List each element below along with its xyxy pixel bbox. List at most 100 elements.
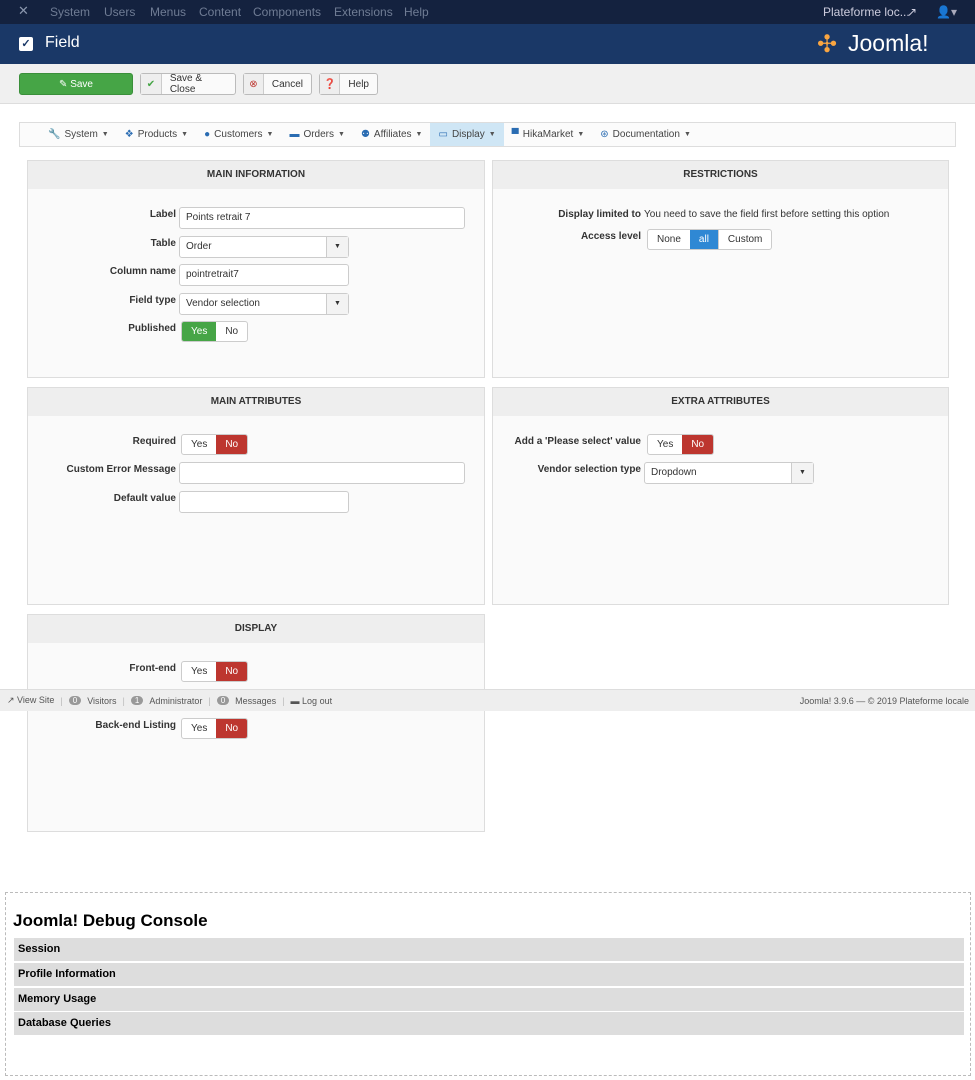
- messages-label: Messages: [235, 695, 277, 706]
- display-limited-note: You need to save the field first before …: [644, 209, 890, 220]
- extra-attributes-panel: EXTRA ATTRIBUTES Add a 'Please select' v…: [492, 387, 949, 605]
- chevron-down-icon: ▼: [791, 463, 813, 483]
- panel-title: MAIN INFORMATION: [28, 161, 484, 189]
- nav-system[interactable]: System: [50, 5, 90, 19]
- admin-label: Administrator: [149, 695, 203, 706]
- published-no[interactable]: No: [216, 322, 247, 341]
- front-end-toggle[interactable]: Yes No: [181, 661, 249, 682]
- user-icon: ●: [204, 129, 211, 140]
- debug-session[interactable]: Session: [14, 938, 964, 961]
- menu-hikamarket[interactable]: ▀ HikaMarket ▼: [504, 123, 593, 146]
- published-toggle[interactable]: Yes No: [181, 321, 249, 342]
- menu-system[interactable]: 🔧 System ▼: [40, 123, 117, 146]
- error-message-label: Custom Error Message: [66, 464, 176, 475]
- users-icon: ⚉: [360, 129, 370, 140]
- cubes-icon: ❖: [124, 129, 134, 140]
- admin-badge: 1: [130, 696, 144, 705]
- version-text: Joomla! 3.9.6 — © 2019 Plateforme locale: [799, 695, 969, 706]
- toolbar: ✎ Save ✔ Save & Close ⊗ Cancel ❓ Help: [0, 64, 975, 104]
- column-name-input[interactable]: pointretrait7: [179, 264, 349, 286]
- panel-title: MAIN ATTRIBUTES: [28, 388, 484, 416]
- table-label: Table: [150, 238, 176, 249]
- column-name-label: Column name: [109, 266, 176, 277]
- site-link[interactable]: Plateforme loc...: [823, 5, 910, 19]
- panel-title: DISPLAY: [28, 615, 484, 643]
- backend-listing-no[interactable]: No: [216, 719, 248, 738]
- access-custom[interactable]: Custom: [717, 230, 771, 249]
- error-message-input[interactable]: [179, 462, 465, 484]
- required-toggle[interactable]: Yes No: [181, 434, 249, 455]
- backend-listing-yes[interactable]: Yes: [182, 719, 216, 738]
- debug-queries[interactable]: Database Queries: [14, 1012, 964, 1035]
- front-end-no[interactable]: No: [216, 662, 248, 681]
- nav-menus[interactable]: Menus: [150, 5, 186, 19]
- menu-documentation[interactable]: ⊛ Documentation ▼: [592, 123, 699, 146]
- joomla-icon[interactable]: ✕: [18, 3, 29, 19]
- menu-products[interactable]: ❖ Products ▼: [117, 123, 196, 146]
- menu-affiliates[interactable]: ⚉ Affiliates ▼: [353, 123, 431, 146]
- wrench-icon: 🔧: [48, 129, 61, 140]
- nav-users[interactable]: Users: [104, 5, 135, 19]
- backend-listing-toggle[interactable]: Yes No: [181, 718, 249, 739]
- front-end-label: Front-end: [129, 663, 176, 674]
- please-select-yes[interactable]: Yes: [648, 435, 682, 454]
- vendor-type-select[interactable]: Dropdown ▼: [644, 462, 814, 484]
- nav-components[interactable]: Components: [253, 5, 321, 19]
- top-nav: ✕ System Users Menus Content Components …: [0, 0, 975, 24]
- access-level-label: Access level: [580, 231, 641, 242]
- nav-extensions[interactable]: Extensions: [334, 5, 393, 19]
- debug-profile[interactable]: Profile Information: [14, 963, 964, 986]
- question-icon: ❓: [320, 74, 341, 94]
- checkbox-icon: ✓: [19, 37, 33, 51]
- cancel-button[interactable]: ⊗ Cancel: [243, 73, 312, 95]
- view-site-link[interactable]: ↗ View Site: [7, 695, 54, 706]
- published-yes[interactable]: Yes: [182, 322, 217, 341]
- display-panel: DISPLAY Front-end Yes No Back-end Listing Y…: [27, 614, 485, 832]
- required-yes[interactable]: Yes: [182, 435, 216, 454]
- chevron-down-icon: ▼: [326, 237, 348, 257]
- please-select-no[interactable]: No: [682, 435, 714, 454]
- default-value-input[interactable]: [179, 491, 349, 513]
- cancel-icon: ⊗: [244, 74, 264, 94]
- main-information-panel: MAIN INFORMATION Label Points retrait 7 T…: [27, 160, 485, 378]
- required-label: Required: [132, 436, 176, 447]
- table-select[interactable]: Order ▼: [179, 236, 349, 258]
- access-all[interactable]: all: [689, 230, 718, 249]
- external-link-icon: ↗: [907, 5, 918, 19]
- front-end-yes[interactable]: Yes: [182, 662, 216, 681]
- please-select-label: Add a 'Please select' value: [514, 436, 642, 447]
- label-input[interactable]: Points retrait 7: [179, 207, 465, 229]
- menu-display[interactable]: ▭ Display ▼: [430, 123, 504, 146]
- debug-console: Joomla! Debug Console Session Profile In…: [5, 892, 971, 1076]
- monitor-icon: ▭: [438, 129, 448, 140]
- check-icon: ✔: [141, 74, 162, 94]
- logout-link[interactable]: ▬ Log out: [291, 696, 333, 706]
- vendor-type-label: Vendor selection type: [537, 464, 641, 475]
- access-level-toggle[interactable]: None all Custom: [647, 229, 773, 250]
- page-header: ✓ Field ✣ Joomla!: [0, 24, 975, 64]
- nav-help[interactable]: Help: [404, 5, 429, 19]
- edit-icon: ✎: [59, 78, 71, 90]
- published-label: Published: [128, 323, 176, 334]
- user-menu-icon[interactable]: 👤▾: [936, 5, 957, 19]
- field-type-label: Field type: [129, 295, 176, 306]
- nav-content[interactable]: Content: [199, 5, 241, 19]
- save-close-button[interactable]: ✔ Save & Close: [140, 73, 236, 95]
- debug-memory[interactable]: Memory Usage: [14, 988, 964, 1011]
- joomla-logo-icon: ✣: [817, 31, 838, 58]
- visitors-badge: 0: [68, 696, 82, 705]
- messages-badge: 0: [216, 696, 230, 705]
- save-button[interactable]: ✎ Save: [19, 73, 133, 95]
- restrictions-panel: RESTRICTIONS Display limited to You need …: [492, 160, 949, 378]
- main-attributes-panel: MAIN ATTRIBUTES Required Yes No Custom Err…: [27, 387, 485, 605]
- display-limited-label: Display limited to: [558, 209, 641, 220]
- required-no[interactable]: No: [216, 435, 248, 454]
- chevron-down-icon: ▼: [326, 294, 348, 314]
- field-type-select[interactable]: Vendor selection ▼: [179, 293, 349, 315]
- please-select-toggle[interactable]: Yes No: [647, 434, 715, 455]
- hikashop-menu: 🔧 System ▼ ❖ Products ▼ ● Customers ▼ ▬ Orders ▼…: [19, 122, 956, 147]
- menu-customers[interactable]: ● Customers ▼: [196, 123, 281, 146]
- menu-orders[interactable]: ▬ Orders ▼: [281, 123, 353, 146]
- access-none[interactable]: None: [648, 230, 690, 249]
- help-button[interactable]: ❓ Help: [319, 73, 378, 95]
